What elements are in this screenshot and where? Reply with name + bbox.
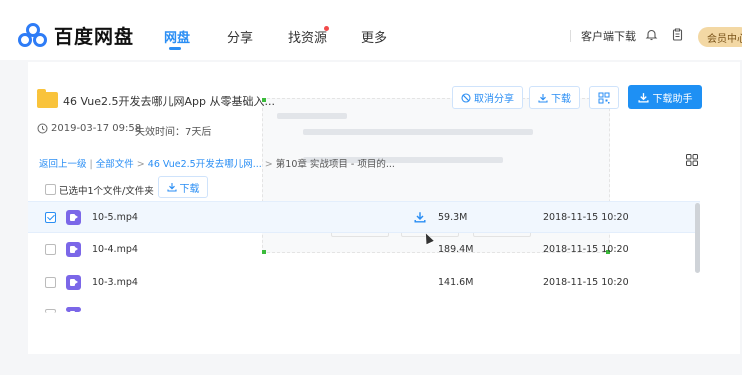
notification-dot [324,26,329,31]
cancel-share-label: 取消分享 [474,94,514,105]
download-helper-button[interactable]: 下载助手 [628,85,702,109]
folder-icon [37,89,58,108]
file-row[interactable]: 10-4.mp4 189.4M 2018-11-15 10:20 [28,234,700,266]
download-icon [637,92,649,103]
nav-share[interactable]: 分享 [227,27,253,46]
file-size: 141.6M [438,277,474,288]
video-file-icon [66,275,81,290]
video-file-icon [66,307,81,318]
client-download-link[interactable]: 客户端下载 [581,28,636,44]
bell-icon[interactable] [645,28,658,41]
nav-netdisk[interactable]: 网盘 [164,27,190,46]
qrcode-icon [598,92,610,104]
breadcrumb-separator: | [86,159,96,170]
breadcrumb: 返回上一级 | 全部文件 > 46 Vue2.5开发去哪儿网... > 第10章… [39,156,395,170]
breadcrumb-arrow: > [261,159,276,170]
selection-download-label: 下载 [179,183,200,195]
download-helper-label: 下载助手 [652,93,693,105]
video-file-icon [66,210,81,225]
breadcrumb-current: 第10章 实战项目 - 项目的... [275,159,395,170]
file-size: 189.4M [438,244,474,255]
download-button[interactable]: 下载 [529,86,580,109]
file-date: 2018-11-15 10:20 [543,277,629,288]
vip-center-button[interactable]: 会员中心 [698,27,742,47]
file-list-scrollbar[interactable] [695,203,700,273]
file-name[interactable]: 10-5.mp4 [92,212,138,223]
divider [570,30,571,42]
share-expiry: 失效时间：7天后 [135,127,212,138]
brand-name: 百度网盘 [54,26,135,48]
file-checkbox[interactable] [45,309,56,313]
cancel-share-button[interactable]: 取消分享 [452,86,523,109]
cancel-share-icon [461,92,471,103]
download-icon[interactable] [414,211,426,223]
download-icon [538,93,548,103]
download-icon [166,182,177,192]
share-date: 2019-03-17 09:58 [51,123,142,134]
select-all-checkbox[interactable] [45,184,56,195]
nav-find-resources[interactable]: 找资源 [288,27,327,46]
download-label: 下载 [551,94,571,105]
qrcode-button[interactable] [589,86,619,109]
file-date: 2018-11-15 10:20 [543,212,629,223]
grid-view-icon[interactable] [686,154,698,166]
share-folder-title: 46 Vue2.5开发去哪儿网App 从零基础入... [63,95,275,108]
clipboard-icon[interactable] [671,28,684,41]
breadcrumb-back[interactable]: 返回上一级 [39,159,87,170]
file-checkbox[interactable] [45,212,56,223]
nav-more[interactable]: 更多 [361,27,387,46]
file-date: 2018-11-15 10:20 [543,244,629,255]
file-size: 59.3M [438,212,468,223]
video-file-icon [66,242,81,257]
file-name[interactable]: 10-3.mp4 [92,277,138,288]
file-checkbox[interactable] [45,277,56,288]
file-name[interactable]: 10-4.mp4 [92,244,138,255]
breadcrumb-folder[interactable]: 46 Vue2.5开发去哪儿网... [148,159,262,170]
logo-icon [18,22,48,49]
breadcrumb-all-files[interactable]: 全部文件 [96,159,134,170]
selection-download-button[interactable]: 下载 [158,176,208,198]
file-row[interactable]: 10-5.mp4 59.3M 2018-11-15 10:20 [28,201,700,233]
file-checkbox[interactable] [45,244,56,255]
file-row[interactable]: 10-3.mp4 141.6M 2018-11-15 10:20 [28,267,700,299]
selection-count-label: 已选中1个文件/文件夹 [59,186,154,197]
breadcrumb-arrow: > [133,159,148,170]
top-navigation-bar: 百度网盘 网盘 分享 找资源 更多 客户端下载 会员中心 [0,0,742,60]
clock-icon [37,123,48,134]
active-tab-indicator [169,47,181,50]
brand-logo[interactable]: 百度网盘 [18,22,134,49]
